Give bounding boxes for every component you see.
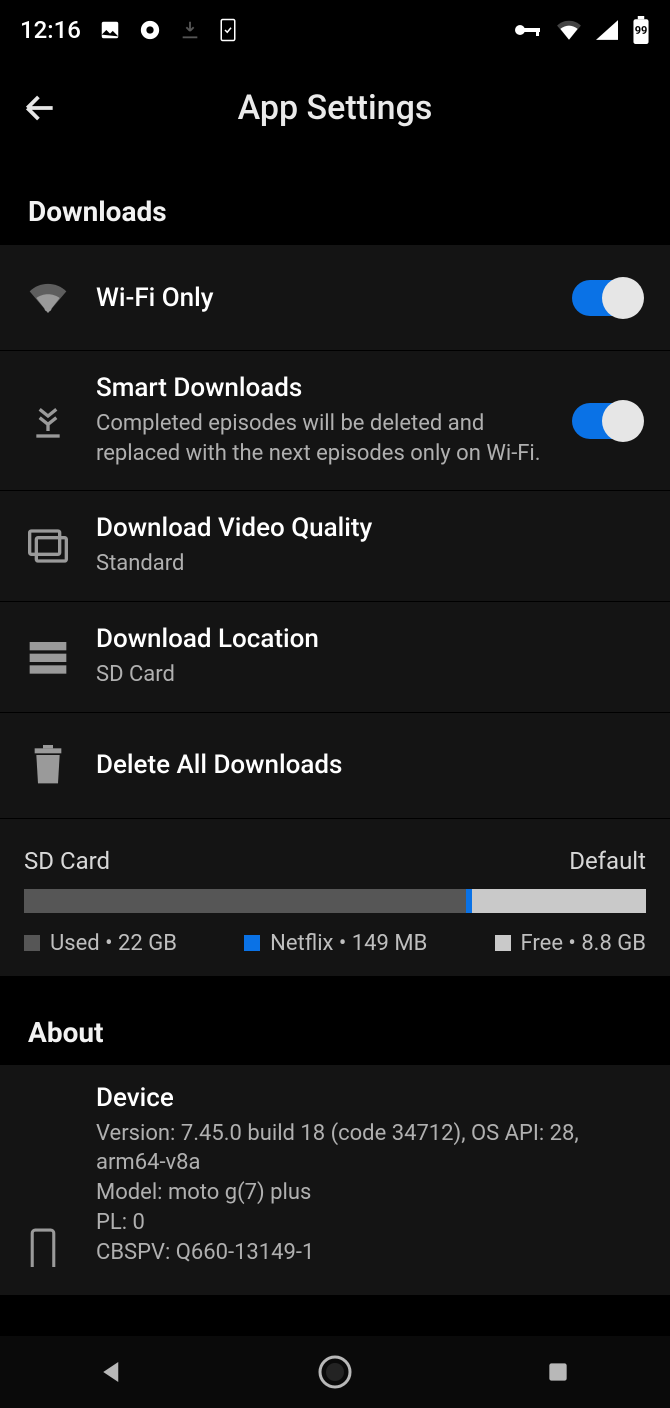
download-icon [179,17,201,43]
storage-label-left: SD Card [24,847,110,875]
about-line: Model: moto g(7) plus [96,1178,642,1208]
system-nav-bar [0,1336,670,1408]
wifi-icon [556,20,582,40]
toggle-wifi-only[interactable] [572,280,642,316]
record-icon [139,19,161,41]
legend-app: Netflix • 149 MB [244,931,427,956]
section-header-downloads: Downloads [0,155,670,244]
row-subtitle: Standard [96,549,642,579]
section-header-about: About [0,976,670,1065]
app-header: App Settings [0,60,670,155]
row-subtitle: SD Card [96,660,642,690]
legend-free: Free • 8.8 GB [495,931,646,956]
row-download-location[interactable]: Download Location SD Card [0,601,670,712]
storage-seg-used [24,889,466,913]
about-title: Device [96,1083,642,1113]
legend-swatch-app [244,935,260,951]
nav-home-button[interactable] [313,1350,357,1394]
legend-swatch-free [495,935,511,951]
about-line: PL: 0 [96,1208,642,1238]
clock: 12:16 [20,16,81,44]
status-bar: 12:16 99 [0,0,670,60]
row-about-device[interactable]: Device Version: 7.45.0 build 18 (code 34… [0,1065,670,1295]
legend-used: Used • 22 GB [24,931,177,956]
toggle-smart-downloads[interactable] [572,403,642,439]
about-line: Version: 7.45.0 build 18 (code 34712), O… [96,1119,642,1178]
row-video-quality[interactable]: Download Video Quality Standard [0,490,670,601]
device-icon [28,1227,68,1267]
quality-icon [28,526,68,566]
storage-bar [24,889,646,913]
row-wifi-only[interactable]: Wi-Fi Only [0,244,670,350]
nav-back-button[interactable] [90,1350,134,1394]
row-subtitle: Completed episodes will be deleted and r… [96,409,544,468]
nav-recents-button[interactable] [536,1350,580,1394]
row-smart-downloads[interactable]: Smart Downloads Completed episodes will … [0,350,670,490]
row-title: Wi-Fi Only [96,283,544,313]
storage-label-right: Default [569,847,646,875]
smart-download-icon [28,401,68,441]
trash-icon [28,745,68,785]
cell-signal-icon [596,20,618,40]
battery-icon: 99 [632,16,650,44]
page-title: App Settings [18,88,652,128]
storage-panel: SD Card Default Used • 22 GB Netflix • 1… [0,818,670,976]
row-delete-all[interactable]: Delete All Downloads [0,712,670,818]
wifi-icon [28,278,68,318]
task-icon [219,17,237,43]
legend-swatch-used [24,935,40,951]
row-title: Download Video Quality [96,513,642,543]
battery-level: 99 [632,24,650,37]
image-icon [99,19,121,41]
about-line: CBSPV: Q660-13149-1 [96,1238,642,1268]
storage-icon [28,637,68,677]
row-title: Smart Downloads [96,373,544,403]
storage-seg-free [472,889,646,913]
vpn-key-icon [514,21,542,39]
row-title: Download Location [96,624,642,654]
row-title: Delete All Downloads [96,750,642,780]
